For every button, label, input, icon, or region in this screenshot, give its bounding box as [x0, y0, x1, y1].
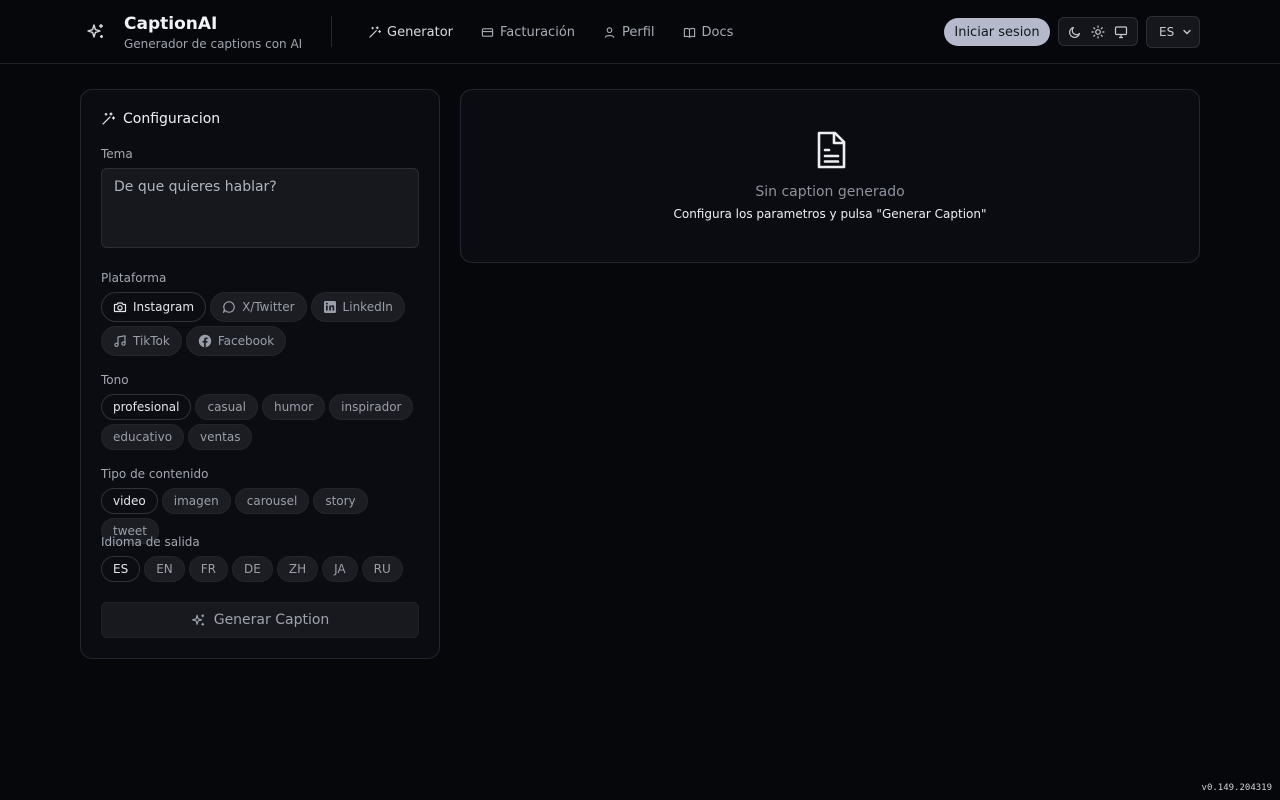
music-note-icon — [113, 334, 127, 348]
output-language-option-ja[interactable]: JA — [322, 556, 358, 582]
book-open-icon — [683, 26, 696, 39]
output-language-options: ES EN FR DE ZH JA RU — [101, 556, 421, 582]
panel-title-text: Configuracion — [123, 111, 221, 127]
nav-item-generator[interactable]: Generator — [368, 22, 453, 42]
platform-option-x-twitter[interactable]: X/Twitter — [210, 292, 307, 322]
language-select[interactable]: ES — [1146, 16, 1200, 48]
output-language-option-en[interactable]: EN — [144, 556, 185, 582]
output-language-option-ru[interactable]: RU — [361, 556, 403, 582]
tone-label: Tono — [101, 373, 129, 387]
sun-icon[interactable] — [1091, 24, 1105, 39]
output-language-label: Idioma de salida — [101, 535, 200, 549]
app-subtitle: Generador de captions con AI — [124, 37, 303, 51]
tone-option-ventas[interactable]: ventas — [188, 424, 253, 450]
chip-label: Instagram — [133, 300, 195, 314]
platform-option-facebook[interactable]: Facebook — [185, 326, 287, 356]
theme-switcher — [1058, 17, 1138, 46]
output-language-option-es[interactable]: ES — [101, 556, 141, 582]
panel-title: Configuracion — [101, 111, 220, 127]
tone-options: profesional casual humor inspirador educ… — [101, 394, 421, 450]
content-type-option-carousel[interactable]: carousel — [234, 488, 310, 514]
chat-bubble-icon — [222, 300, 236, 314]
main-nav: Generator Facturación Perfil Docs — [368, 22, 761, 42]
platform-option-linkedin[interactable]: LinkedIn — [310, 292, 405, 322]
generate-caption-label: Generar Caption — [213, 612, 330, 628]
header-divider — [331, 16, 332, 47]
nav-item-docs[interactable]: Docs — [683, 22, 734, 42]
chip-label: X/Twitter — [242, 300, 295, 314]
content-type-option-story[interactable]: story — [313, 488, 368, 514]
topic-input[interactable] — [101, 168, 419, 248]
facebook-icon — [198, 334, 212, 348]
content-type-label: Tipo de contenido — [101, 467, 209, 481]
login-button[interactable]: Iniciar sesion — [944, 18, 1050, 46]
camera-icon — [113, 300, 127, 314]
caption-result-panel: Sin caption generado Configura los param… — [460, 89, 1200, 263]
moon-icon[interactable] — [1068, 25, 1082, 39]
chip-label: Facebook — [217, 334, 275, 348]
topic-label: Tema — [101, 147, 133, 161]
output-language-option-fr[interactable]: FR — [188, 556, 229, 582]
linkedin-icon — [323, 300, 337, 314]
top-header: CaptionAI Generador de captions con AI G… — [0, 0, 1280, 64]
output-language-option-de[interactable]: DE — [232, 556, 273, 582]
language-select-value: ES — [1159, 25, 1175, 39]
credit-card-icon — [481, 26, 494, 39]
output-language-option-zh[interactable]: ZH — [276, 556, 319, 582]
platform-options: Instagram X/Twitter LinkedIn TikTok Face… — [101, 292, 421, 356]
empty-state-title: Sin caption generado — [755, 184, 905, 200]
app-title: CaptionAI — [124, 14, 218, 34]
nav-item-label: Perfil — [622, 24, 655, 40]
content-type-option-video[interactable]: video — [101, 488, 158, 514]
tone-option-casual[interactable]: casual — [195, 394, 258, 420]
nav-item-label: Facturación — [500, 24, 576, 40]
configuration-panel: Configuracion Tema Plataforma Instagram … — [80, 89, 440, 659]
chip-label: TikTok — [133, 334, 170, 348]
document-icon — [813, 130, 849, 170]
tone-option-humor[interactable]: humor — [261, 394, 326, 420]
chevron-down-icon — [1181, 26, 1193, 38]
sparkles-logo-icon — [86, 22, 106, 42]
generate-caption-button[interactable]: Generar Caption — [101, 602, 419, 638]
tone-option-inspirador[interactable]: inspirador — [329, 394, 414, 420]
content-type-option-imagen[interactable]: imagen — [161, 488, 231, 514]
platform-label: Plataforma — [101, 271, 167, 285]
nav-item-label: Generator — [387, 24, 454, 40]
platform-option-instagram[interactable]: Instagram — [101, 292, 207, 322]
nav-item-facturacion[interactable]: Facturación — [481, 22, 575, 42]
magic-wand-icon — [368, 25, 381, 39]
nav-item-label: Docs — [701, 24, 734, 40]
user-icon — [603, 26, 616, 39]
nav-item-perfil[interactable]: Perfil — [603, 22, 655, 42]
version-label: v0.149.204319 — [1201, 783, 1272, 793]
platform-option-tiktok[interactable]: TikTok — [101, 326, 182, 356]
sparkles-icon — [191, 613, 206, 628]
magic-wand-icon — [101, 112, 115, 126]
empty-state-subtitle: Configura los parametros y pulsa "Genera… — [673, 207, 987, 221]
tone-option-educativo[interactable]: educativo — [101, 424, 185, 450]
tone-option-profesional[interactable]: profesional — [101, 394, 192, 420]
monitor-icon[interactable] — [1114, 25, 1128, 39]
chip-label: LinkedIn — [342, 300, 393, 314]
